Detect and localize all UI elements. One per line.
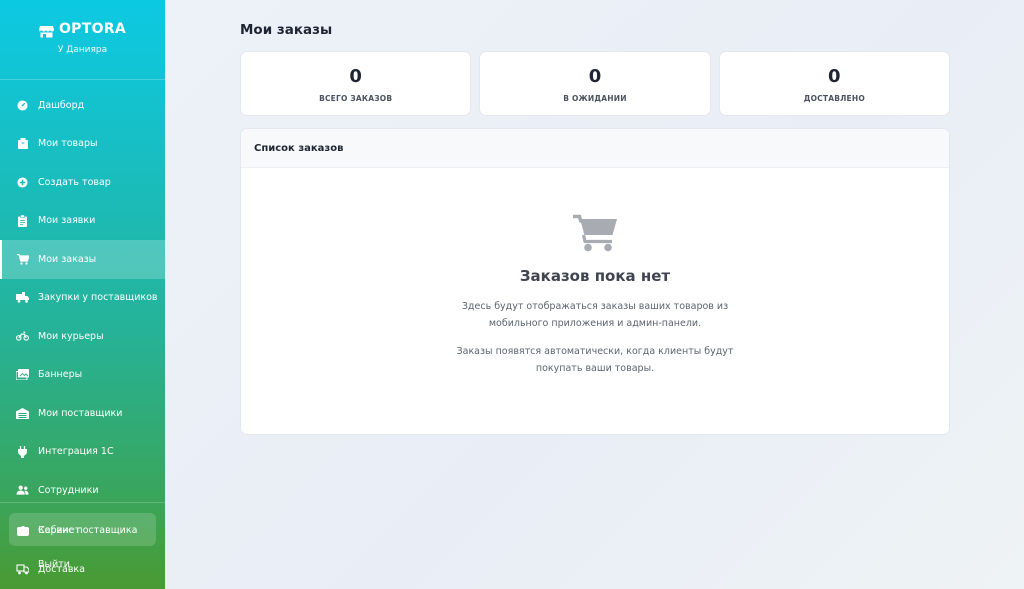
box-icon xyxy=(16,137,29,150)
stat-value: 0 xyxy=(828,66,841,87)
profile-link[interactable]: Кабинет Сервис поставщика xyxy=(16,524,137,537)
sidebar-item-label: Мои поставщики xyxy=(38,407,123,419)
plug-icon xyxy=(16,445,29,458)
sidebar-item-label: Баннеры xyxy=(38,369,83,381)
stat-card-pending: 0 В ОЖИДАНИИ xyxy=(479,51,711,116)
stat-label: ВСЕГО ЗАКАЗОВ xyxy=(319,94,393,103)
dashboard-icon xyxy=(16,99,29,112)
sidebar-item-integration-1c[interactable]: Интеграция 1С xyxy=(0,433,165,472)
stat-card-total: 0 ВСЕГО ЗАКАЗОВ xyxy=(240,51,472,116)
empty-state: Заказов пока нет Здесь будут отображатьс… xyxy=(241,214,949,377)
sidebar-item-label: Закупки у поставщиков xyxy=(38,292,158,304)
sidebar-footer: Кабинет Сервис поставщика Выйти Доставка xyxy=(0,502,165,589)
stats-row: 0 ВСЕГО ЗАКАЗОВ 0 В ОЖИДАНИИ 0 ДОСТАВЛЕН… xyxy=(240,51,950,116)
sidebar-item-couriers[interactable]: Мои курьеры xyxy=(0,317,165,356)
brand-name[interactable]: OPTORA xyxy=(59,21,126,37)
brand-block: OPTORA У Данияра xyxy=(0,0,165,80)
users-icon xyxy=(16,484,29,497)
sidebar-item-suppliers[interactable]: Мои поставщики xyxy=(0,394,165,433)
sidebar-item-label: Дашборд xyxy=(38,99,85,111)
sidebar-item-label: Мои заказы xyxy=(38,253,97,265)
sidebar-item-products[interactable]: Мои товары xyxy=(0,125,165,164)
sidebar-item-label: Мои товары xyxy=(38,138,98,150)
orders-card-header: Список заказов xyxy=(241,129,949,168)
sidebar-nav: Дашборд Мои товары Создать товар Мои зая… xyxy=(0,86,165,510)
images-icon xyxy=(16,368,29,381)
sidebar-item-label: Интеграция 1С xyxy=(38,446,114,458)
sidebar-item-dashboard[interactable]: Дашборд xyxy=(0,86,165,125)
brand-subtitle: У Данияра xyxy=(57,45,108,55)
warehouse-icon xyxy=(16,407,29,420)
empty-hint: Заказы появятся автоматически, когда кли… xyxy=(456,346,734,374)
orders-card: Список заказов Заказов пока нет Здесь бу… xyxy=(240,128,950,435)
shipping-icon xyxy=(16,563,29,576)
truck-loading-icon xyxy=(16,291,29,304)
cart-icon xyxy=(16,253,29,266)
user-circle-icon xyxy=(16,524,29,537)
sidebar-item-label: Сотрудники xyxy=(38,484,99,496)
stat-value: 0 xyxy=(588,66,602,87)
sidebar-item-label: Мои заявки xyxy=(38,215,96,227)
sidebar: OPTORA У Данияра Дашборд Мои товары Созд… xyxy=(0,0,165,589)
sidebar-item-label: Мои курьеры xyxy=(38,330,104,342)
sidebar-item-orders[interactable]: Мои заказы xyxy=(0,240,165,279)
stat-card-delivered: 0 ДОСТАВЛЕНО xyxy=(718,51,950,116)
sidebar-item-label: Создать товар xyxy=(38,176,111,188)
plus-circle-icon xyxy=(16,176,29,189)
page-title: Мои заказы xyxy=(240,22,333,38)
sidebar-item-requests[interactable]: Мои заявки xyxy=(0,202,165,241)
stat-label: ДОСТАВЛЕНО xyxy=(803,94,865,103)
empty-cart-icon xyxy=(573,214,617,252)
sidebar-item-banners[interactable]: Баннеры xyxy=(0,356,165,395)
supplier-service-label: Сервис поставщика xyxy=(38,524,138,536)
empty-title: Заказов пока нет xyxy=(519,267,671,285)
clipboard-icon xyxy=(16,214,29,227)
stat-label: В ОЖИДАНИИ xyxy=(563,94,627,103)
delivery-label: Доставка xyxy=(38,563,85,575)
motorcycle-icon xyxy=(16,330,29,343)
empty-description: Здесь будут отображаться заказы ваших то… xyxy=(461,301,729,329)
sidebar-item-supplier-purchases[interactable]: Закупки у поставщиков xyxy=(0,279,165,318)
stat-value: 0 xyxy=(349,66,362,87)
sidebar-item-create-product[interactable]: Создать товар xyxy=(0,163,165,202)
logout-link[interactable]: Выйти Доставка xyxy=(16,559,85,576)
store-icon xyxy=(38,23,54,37)
